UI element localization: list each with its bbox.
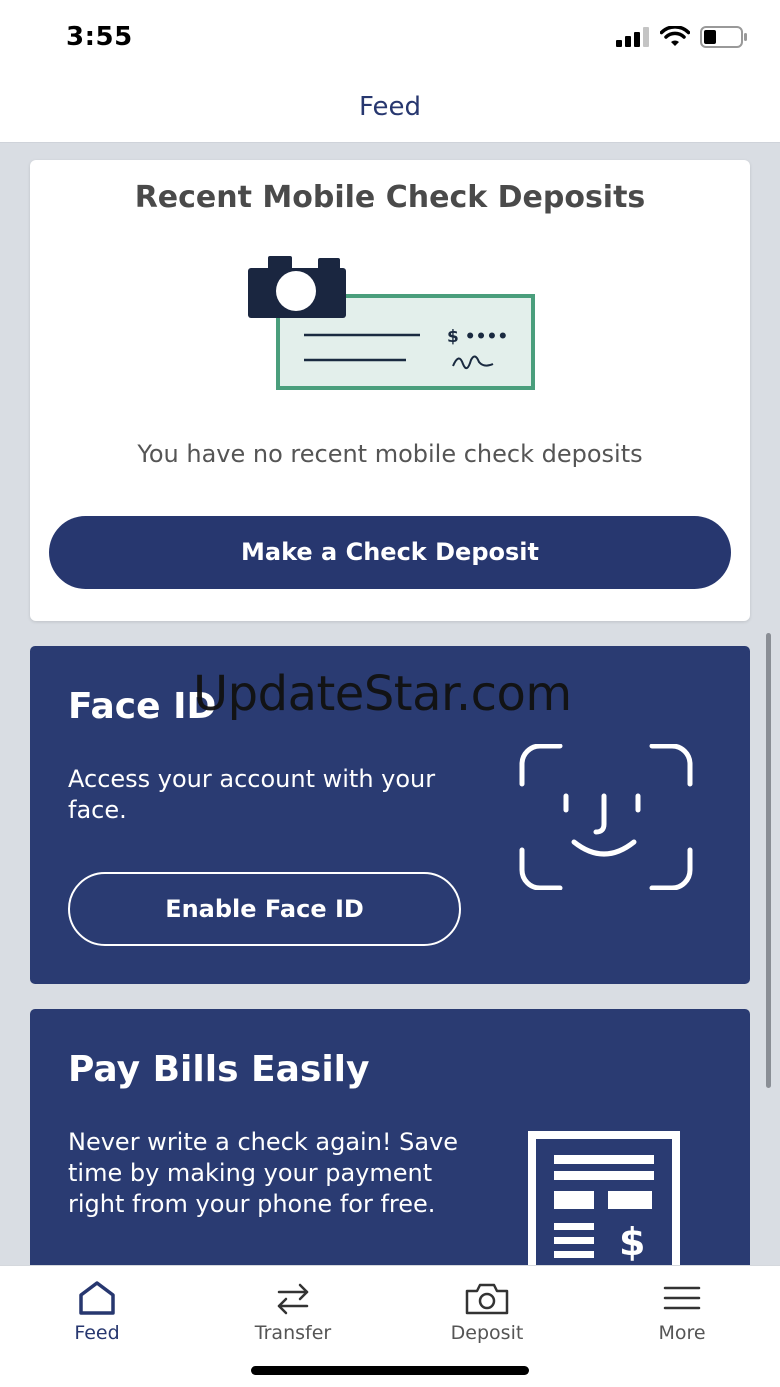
tab-feed-label: Feed <box>74 1322 120 1344</box>
pay-bills-description: Never write a check again! Save time by … <box>68 1128 459 1218</box>
wifi-icon <box>660 26 690 46</box>
status-bar: 3:55 <box>0 0 780 80</box>
face-id-icon <box>519 744 693 890</box>
tab-deposit[interactable]: Deposit <box>427 1280 547 1344</box>
recent-deposits-card: Recent Mobile Check Deposits $ •••• You … <box>30 160 750 621</box>
make-check-deposit-button[interactable]: Make a Check Deposit <box>49 516 731 589</box>
no-deposits-message: You have no recent mobile check deposits <box>137 440 643 468</box>
home-indicator[interactable] <box>251 1366 529 1375</box>
nav-header: Feed <box>0 80 780 143</box>
check-amount: $ •••• <box>447 327 508 347</box>
recent-deposits-title: Recent Mobile Check Deposits <box>134 180 646 215</box>
page-title: Feed <box>358 92 422 122</box>
svg-text:$: $ <box>619 1220 645 1264</box>
tab-transfer-label: Transfer <box>254 1322 332 1344</box>
home-icon <box>79 1281 115 1315</box>
scrollbar[interactable] <box>766 633 771 1088</box>
tab-feed[interactable]: Feed <box>37 1280 157 1344</box>
pay-bills-card: Pay Bills Easily Never write a check aga… <box>30 1009 750 1265</box>
menu-icon <box>663 1286 701 1310</box>
status-icons <box>616 26 748 48</box>
face-id-description: Access your account with your face. <box>68 765 436 824</box>
status-time: 3:55 <box>66 22 133 52</box>
tab-more[interactable]: More <box>622 1280 742 1344</box>
signal-icon <box>616 27 649 47</box>
bill-document-icon: $ <box>528 1131 680 1265</box>
transfer-arrows-icon <box>277 1283 309 1315</box>
pay-bills-title: Pay Bills Easily <box>68 1049 370 1090</box>
tab-transfer[interactable]: Transfer <box>233 1280 353 1344</box>
tab-deposit-label: Deposit <box>450 1322 524 1344</box>
battery-icon <box>700 26 747 48</box>
enable-face-id-button[interactable]: Enable Face ID <box>68 872 461 946</box>
camera-icon <box>465 1283 509 1315</box>
watermark-text: UpdateStar.com <box>193 666 572 722</box>
camera-check-illustration: $ •••• <box>248 256 535 390</box>
tab-more-label: More <box>658 1322 706 1344</box>
